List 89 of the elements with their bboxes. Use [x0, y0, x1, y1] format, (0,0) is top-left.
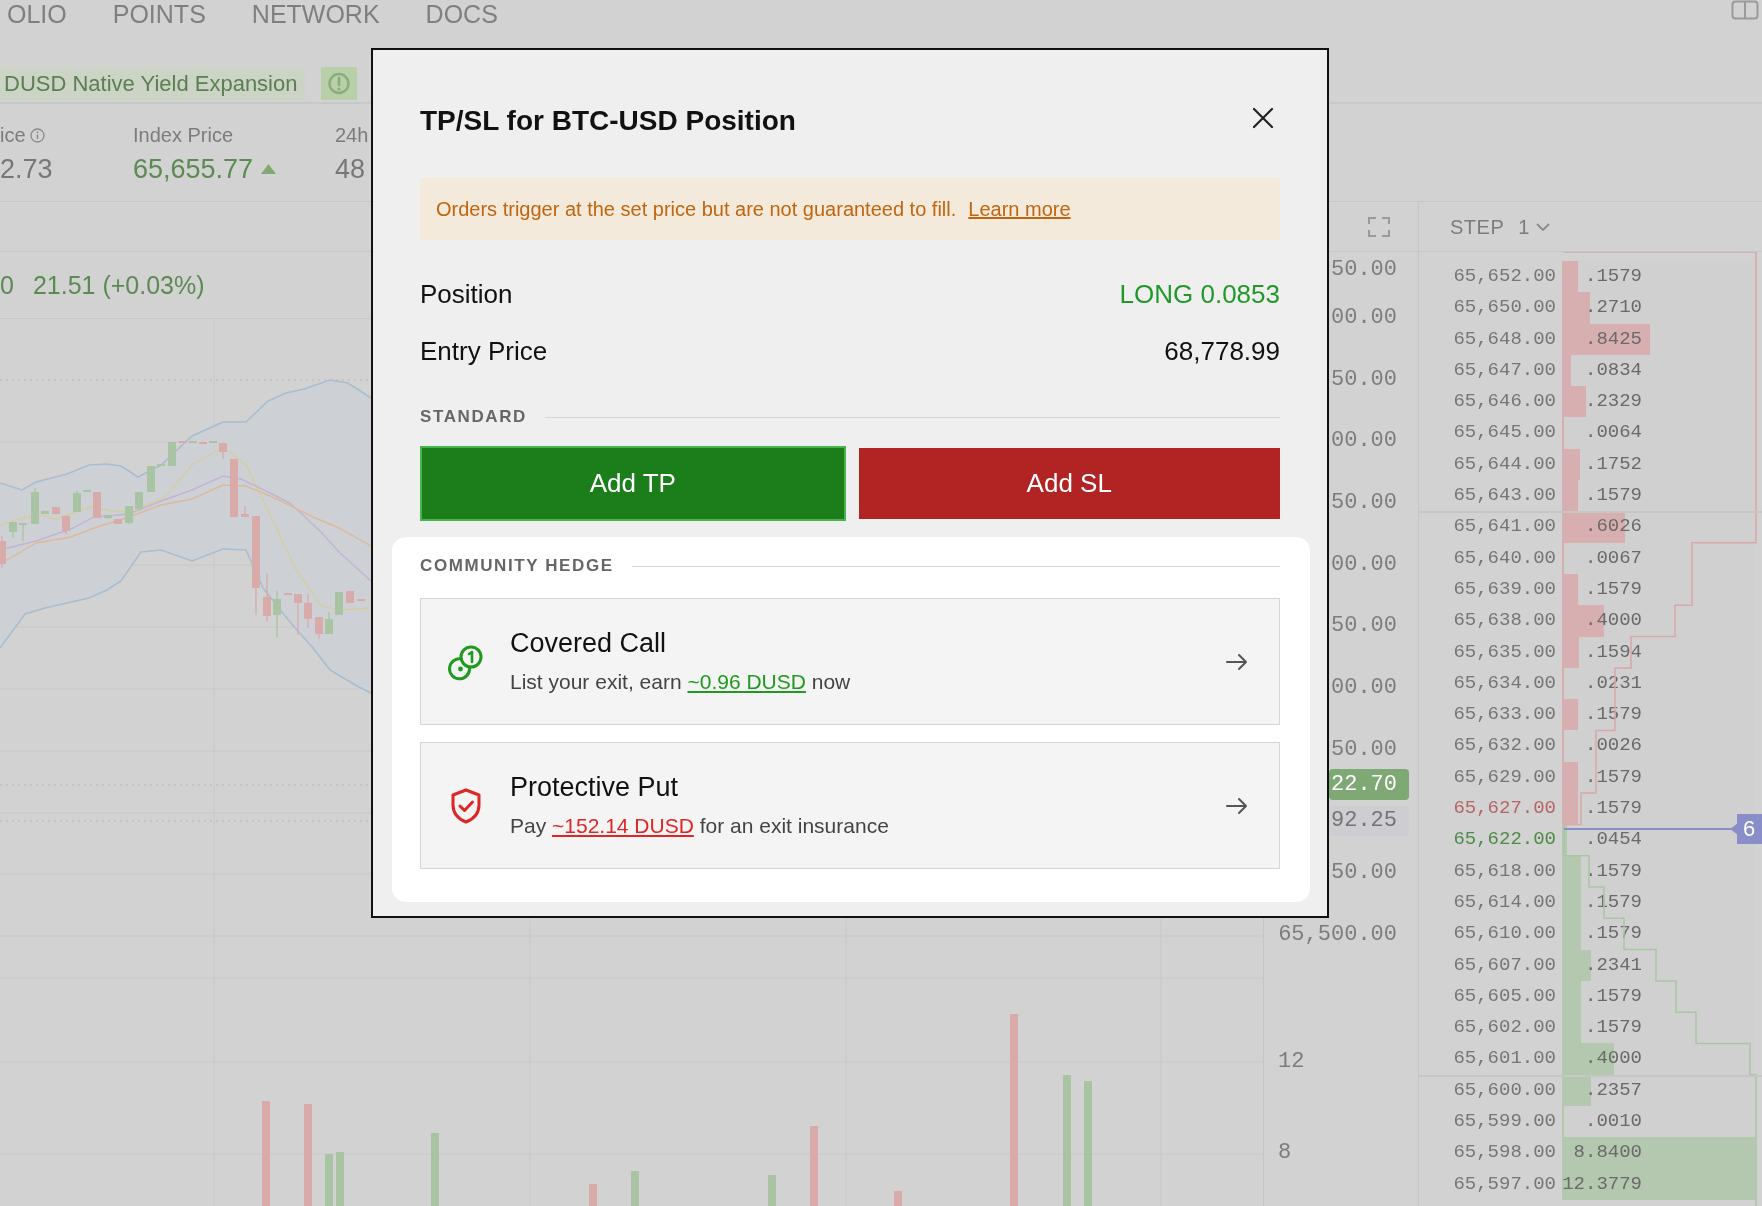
price-cell-text: 65,635.00	[1452, 639, 1556, 665]
price-cell-text: 65,622.00	[1452, 827, 1556, 853]
price-cell-text: 65,647.00	[1452, 357, 1556, 383]
price-cell-text: 65,646.00	[1452, 389, 1556, 415]
fullscreen-icon	[1367, 215, 1391, 238]
notice-text: Orders trigger at the set price but are not guaranteed to fill.	[436, 197, 957, 222]
price-cell-text: 65,618.00	[1452, 858, 1556, 884]
add-sl-button[interactable]: Add SL	[858, 448, 1280, 519]
nav-link[interactable]: OLIO	[7, 0, 67, 29]
axis-label: 50.00	[1331, 613, 1397, 640]
arrow-right-icon	[1226, 796, 1248, 815]
price-cell-text: 65,605.00	[1452, 983, 1556, 1009]
price-cell-text: 65,600.00	[1452, 1077, 1556, 1103]
price-cell-text: 65,634.00	[1452, 670, 1556, 696]
option-description: Pay ~152.14 DUSD for an exit insurance	[510, 813, 890, 839]
triangle-up-icon	[261, 164, 277, 174]
price-cell-text: 65,640.00	[1452, 545, 1556, 571]
detail-label: Position	[420, 278, 513, 310]
section-heading: COMMUNITY HEDGE	[420, 556, 614, 576]
axis-label: 50.00	[1331, 366, 1397, 393]
volume-axis-label: 12	[1278, 1049, 1305, 1076]
amount-link[interactable]: ~152.14 DUSD	[552, 814, 694, 837]
section-heading: STANDARD	[420, 407, 527, 427]
price-cell-text: 65,629.00	[1452, 764, 1556, 790]
nav-link[interactable]: NETWORK	[251, 0, 380, 29]
axis-label: 00.00	[1331, 551, 1397, 578]
stat-label: 24h	[335, 124, 369, 147]
price-cell-text: 65,601.00	[1452, 1046, 1556, 1072]
learn-more-link[interactable]: Learn more	[968, 194, 1071, 224]
axis-label: 65,500.00	[1278, 921, 1397, 948]
price-cell-text: 65,598.00	[1452, 1140, 1556, 1166]
price-cell-text: 65,645.00	[1452, 420, 1556, 446]
step-label: STEP	[1450, 214, 1505, 239]
chart-legend-value: 21.51 (+0.03%)	[32, 270, 205, 300]
option-title: Protective Put	[510, 771, 680, 803]
stat-value: 65,655.77	[133, 154, 254, 184]
price-cell-text: 65,597.00	[1452, 1171, 1556, 1197]
price-cell-text: 65,633.00	[1452, 702, 1556, 728]
axis-label: 50.00	[1331, 256, 1397, 283]
fullscreen-button[interactable]	[1367, 215, 1391, 238]
price-cell-text: 65,602.00	[1452, 1015, 1556, 1041]
axis-label: 00.00	[1331, 304, 1397, 331]
axis-label: 50.00	[1331, 489, 1397, 516]
price-marker-label: 92.25	[1329, 805, 1409, 836]
chevron-down-icon	[1536, 222, 1551, 231]
stat-label: ice	[0, 124, 26, 147]
detail-value: LONG 0.0853	[1119, 278, 1280, 310]
axis-label: 00.00	[1331, 428, 1397, 455]
amount-link[interactable]: ~0.96 DUSD	[687, 670, 806, 693]
option-title: Covered Call	[510, 627, 668, 659]
axis-label: 50.00	[1331, 736, 1397, 763]
nav-link[interactable]: DOCS	[425, 0, 498, 29]
hedge-option-card[interactable]: Covered Call List your exit, earn ~0.96 DUSD now	[420, 598, 1280, 725]
arrow-right-icon	[1226, 652, 1248, 671]
last-price-label: 22.70	[1329, 768, 1409, 800]
price-cell-text: 65,643.00	[1452, 483, 1556, 509]
price-cell-text: 65,648.00	[1452, 326, 1556, 352]
dialog-title: TP/SL for BTC-USD Position	[420, 106, 796, 136]
close-icon	[1252, 107, 1274, 129]
price-cell-text: 65,650.00	[1452, 295, 1556, 321]
price-cell-text: 65,610.00	[1452, 921, 1556, 947]
detail-value: 68,778.99	[1164, 335, 1280, 367]
chart-legend-value: 0	[0, 270, 14, 300]
detail-label: Entry Price	[420, 335, 548, 367]
hedge-option-card[interactable]: Protective Put Pay ~152.14 DUSD for an exit insurance	[420, 742, 1280, 869]
add-tp-button[interactable]: Add TP	[420, 446, 846, 521]
price-cell-text: 65,639.00	[1452, 576, 1556, 602]
price-cell-text: 65,644.00	[1452, 451, 1556, 477]
price-cell-text: 65,607.00	[1452, 952, 1556, 978]
step-dropdown[interactable]: 1	[1518, 214, 1551, 239]
price-cell-text: 65,599.00	[1452, 1109, 1556, 1134]
option-description: List your exit, earn ~0.96 DUSD now	[510, 669, 852, 695]
nav-link[interactable]: POINTS	[112, 0, 206, 29]
price-cell-text: 65,632.00	[1452, 733, 1556, 759]
stat-label: Index Price	[133, 124, 234, 147]
stat-value: 48	[335, 154, 366, 184]
stat-value: 2.73	[0, 154, 53, 184]
volume-axis-label: 8	[1278, 1140, 1292, 1167]
axis-label: 00.00	[1331, 674, 1397, 701]
price-cell-text: 65,614.00	[1452, 889, 1556, 915]
price-cell-text: 65,627.00	[1452, 796, 1556, 822]
close-button[interactable]	[1252, 107, 1274, 129]
price-cell-text: 65,641.00	[1452, 514, 1556, 540]
announcement-banner: DUSD Native Yield Expansion	[0, 67, 306, 100]
axis-label: 50.00	[1331, 860, 1397, 887]
panel-icon[interactable]	[1731, 0, 1759, 20]
price-cell-text: 65,638.00	[1452, 608, 1556, 634]
price-cell-text: 65,652.00	[1452, 264, 1556, 289]
alert-icon[interactable]	[321, 67, 358, 100]
